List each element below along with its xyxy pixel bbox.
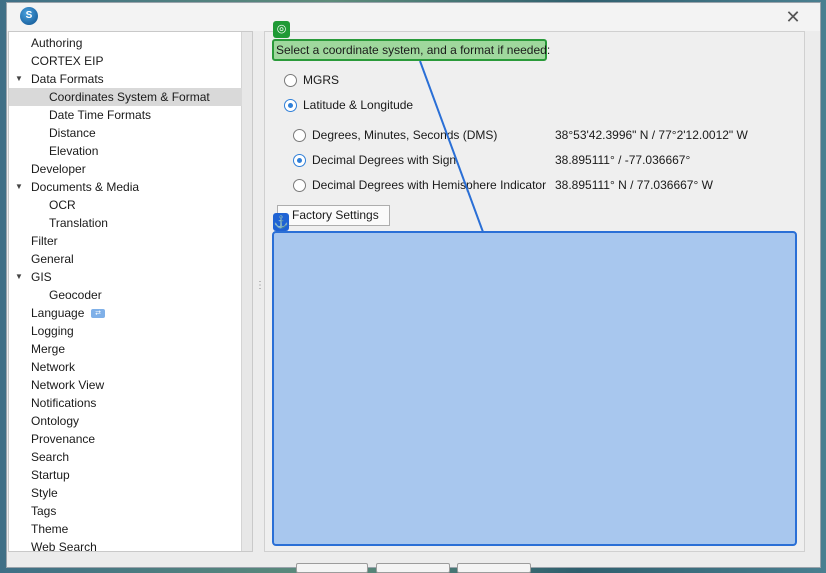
tree-item-label: Network View — [31, 378, 105, 392]
tree-item-label: General — [31, 252, 74, 266]
tree-item-label: Theme — [31, 522, 69, 536]
decimal-sign-label[interactable]: Decimal Degrees with Sign — [312, 153, 456, 167]
dms-example: 38°53'42.3996" N / 77°2'12.0012" W — [555, 128, 748, 142]
tree-item-label: Style — [31, 486, 58, 500]
tree-item-label: Network — [31, 360, 76, 374]
tree-item-label: Search — [31, 450, 70, 464]
tree-item[interactable]: Search — [9, 448, 242, 466]
expand-arrow-icon[interactable]: ▼ — [15, 70, 23, 88]
tree-item[interactable]: Merge — [9, 340, 242, 358]
tree-item-label: Ontology — [31, 414, 80, 428]
tree-item[interactable]: Network — [9, 358, 242, 376]
dialog-button-1[interactable] — [296, 563, 368, 573]
tree-item[interactable]: Authoring — [9, 34, 242, 52]
tree-item-label: Startup — [31, 468, 70, 482]
tree-item[interactable]: Tags — [9, 502, 242, 520]
mgrs-label[interactable]: MGRS — [303, 73, 339, 87]
tree-item-label: Data Formats — [31, 72, 104, 86]
lat-long-label[interactable]: Latitude & Longitude — [303, 98, 413, 112]
decimal-sign-radio[interactable] — [293, 154, 306, 167]
tree-item-label: Logging — [31, 324, 74, 338]
tree-item[interactable]: Style — [9, 484, 242, 502]
tree-item[interactable]: Distance — [9, 124, 242, 142]
factory-settings-button[interactable]: Factory Settings — [277, 205, 390, 226]
tree-item[interactable]: Notifications — [9, 394, 242, 412]
expand-arrow-icon[interactable]: ▼ — [15, 178, 23, 196]
tree-item[interactable]: Elevation — [9, 142, 242, 160]
tree-item[interactable]: Coordinates System & Format — [9, 88, 242, 106]
tree-item[interactable]: Startup — [9, 466, 242, 484]
tree-item[interactable]: ▼ GIS — [9, 268, 242, 286]
preferences-tree[interactable]: Authoring CORTEX EIP ▼ Data Formats Coordina… — [8, 31, 253, 552]
tree-item-label: Developer — [31, 162, 86, 176]
tree-item[interactable]: ▼ Data Formats — [9, 70, 242, 88]
tree-item[interactable]: General — [9, 250, 242, 268]
title-bar: S ✕ — [7, 3, 820, 31]
tree-item-label: Geocoder — [49, 288, 102, 302]
anchor-icon: ⚓ — [273, 213, 289, 231]
tree-item-label: Notifications — [31, 396, 97, 410]
tree-item-label: Translation — [49, 216, 108, 230]
dialog-button-2[interactable] — [376, 563, 450, 573]
tree-item-label: Provenance — [31, 432, 96, 446]
tree-item[interactable]: Web Search — [9, 538, 242, 552]
lat-long-radio[interactable] — [284, 99, 297, 112]
tree-item[interactable]: Language ⇄ — [9, 304, 242, 322]
tree-item[interactable]: Date Time Formats — [9, 106, 242, 124]
language-icon: ⇄ — [91, 309, 105, 318]
decimal-hemisphere-label[interactable]: Decimal Degrees with Hemisphere Indicato… — [312, 178, 546, 192]
decimal-sign-example: 38.895111° / -77.036667° — [555, 153, 691, 167]
tree-item-label: Tags — [31, 504, 57, 518]
tree-item[interactable]: Developer — [9, 160, 242, 178]
tree-item-label: Language — [31, 306, 85, 320]
tree-item-label: OCR — [49, 198, 76, 212]
mgrs-radio[interactable] — [284, 74, 297, 87]
close-button[interactable]: ✕ — [782, 6, 804, 28]
tree-item-label: Coordinates System & Format — [49, 90, 210, 104]
tree-item[interactable]: Ontology — [9, 412, 242, 430]
tree-item-label: Elevation — [49, 144, 99, 158]
expand-arrow-icon[interactable]: ▼ — [15, 268, 23, 286]
app-logo-icon: S — [20, 7, 38, 25]
tree-item-label: Filter — [31, 234, 58, 248]
decimal-hemisphere-radio[interactable] — [293, 179, 306, 192]
tree-item[interactable]: ▼ Documents & Media — [9, 178, 242, 196]
tree-item[interactable]: OCR — [9, 196, 242, 214]
instruction-label: Select a coordinate system, and a format… — [272, 39, 550, 61]
tree-item[interactable]: Network View — [9, 376, 242, 394]
tree-item[interactable]: Filter — [9, 232, 242, 250]
dialog-button-3[interactable] — [457, 563, 531, 573]
splitter-handle[interactable]: ⋮ — [255, 281, 265, 299]
tree-item-label: Date Time Formats — [49, 108, 152, 122]
tree-item-label: Authoring — [31, 36, 83, 50]
dms-radio[interactable] — [293, 129, 306, 142]
tree-item[interactable]: Theme — [9, 520, 242, 538]
tree-item[interactable]: Translation — [9, 214, 242, 232]
tree-item[interactable]: Geocoder — [9, 286, 242, 304]
tree-scrollbar[interactable] — [241, 32, 252, 551]
tree-item-label: Merge — [31, 342, 66, 356]
tree-item[interactable]: Provenance — [9, 430, 242, 448]
tree-item-label: Documents & Media — [31, 180, 140, 194]
target-pin-icon: ◎ — [273, 21, 290, 38]
tree-item-label: Web Search — [31, 540, 97, 552]
tree-item[interactable]: Logging — [9, 322, 242, 340]
tree-item-label: CORTEX EIP — [31, 54, 104, 68]
tree-item[interactable]: CORTEX EIP — [9, 52, 242, 70]
tree-item-label: GIS — [31, 270, 52, 284]
decimal-hemisphere-example: 38.895111° N / 77.036667° W — [555, 178, 713, 192]
dms-label[interactable]: Degrees, Minutes, Seconds (DMS) — [312, 128, 497, 142]
anchor-highlight-region — [272, 231, 797, 546]
tree-item-label: Distance — [49, 126, 96, 140]
